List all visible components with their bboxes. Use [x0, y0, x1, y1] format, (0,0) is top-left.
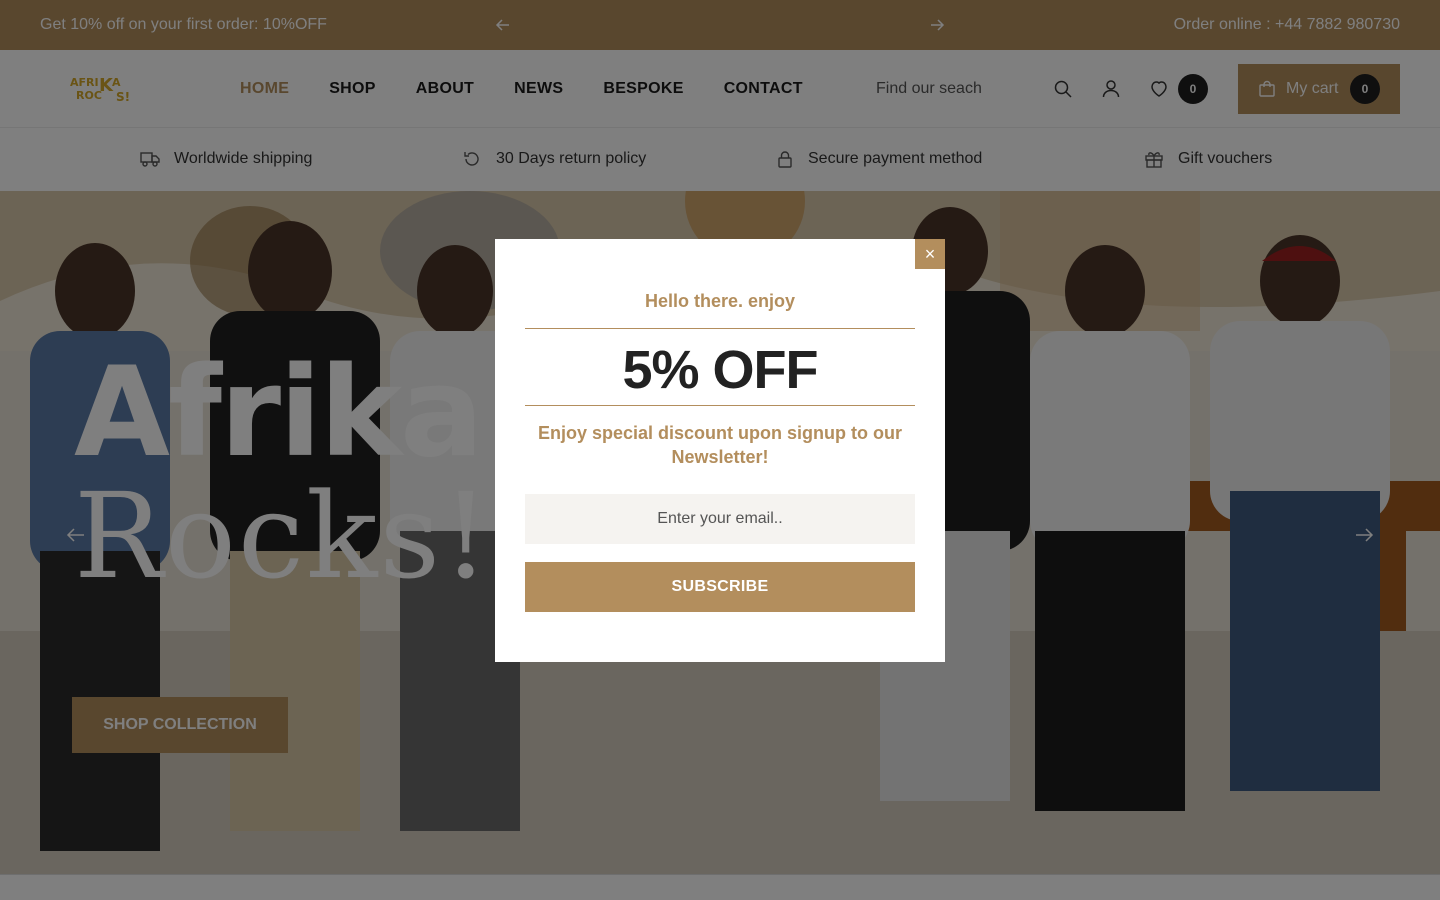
popup-greeting: Hello there. enjoy [644, 291, 796, 311]
newsletter-popup: × Hello there. enjoy 5% OFF Enjoy specia… [495, 239, 945, 662]
popup-divider-top [525, 328, 915, 329]
close-popup-button[interactable]: × [915, 239, 945, 269]
popup-divider-bottom [525, 405, 915, 406]
popup-description: Enjoy special discount upon signup to ou… [537, 423, 902, 467]
subscribe-button[interactable]: SUBSCRIBE [525, 562, 915, 612]
newsletter-email-input[interactable] [525, 494, 915, 544]
popup-offer-heading: 5% OFF [622, 340, 818, 400]
